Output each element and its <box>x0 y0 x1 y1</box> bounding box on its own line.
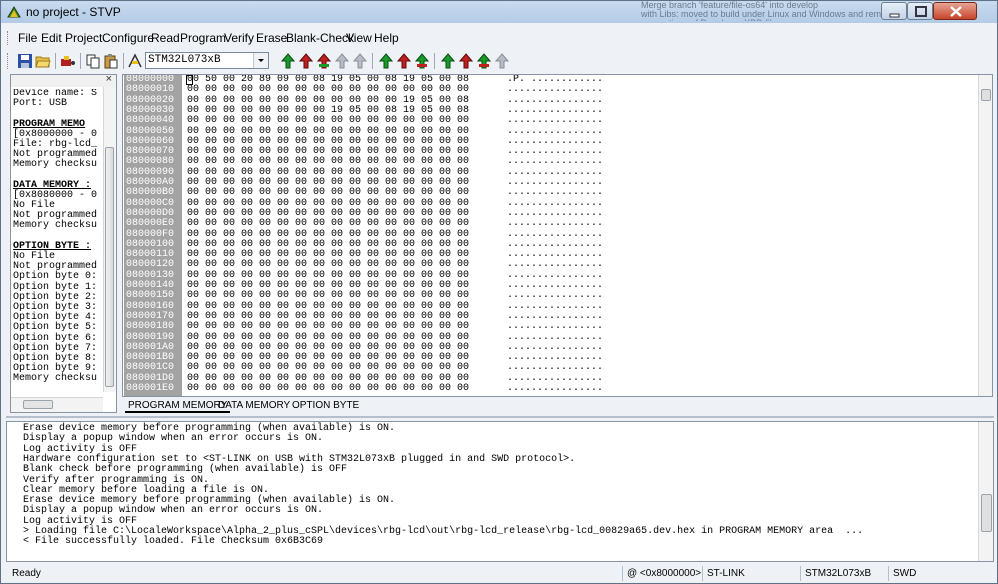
ladder-icon[interactable] <box>127 53 143 69</box>
toolbar-separator <box>123 53 124 69</box>
close-icon <box>950 6 962 17</box>
program-current-icon[interactable] <box>396 53 412 69</box>
read-all-icon[interactable] <box>280 53 296 69</box>
toolbar-separator <box>80 53 81 69</box>
device-select[interactable]: STM32L073xB <box>145 52 269 69</box>
save-icon[interactable] <box>17 53 33 69</box>
scrollbar-thumb[interactable] <box>23 400 53 409</box>
verify-current-icon[interactable] <box>458 53 474 69</box>
tab-data-memory[interactable]: DATA MEMORY <box>215 398 293 413</box>
stvp-window: no project - STVP Merge branch 'feature/… <box>0 0 998 584</box>
pane-splitter[interactable] <box>6 416 994 418</box>
hex-row[interactable]: 080000E0 00 00 00 00 00 00 00 00 00 00 00… <box>123 218 973 230</box>
minimize-button[interactable] <box>881 2 907 20</box>
program-icon[interactable] <box>414 53 430 69</box>
info-panel-vertical-scrollbar[interactable] <box>103 87 116 392</box>
log-panel[interactable]: Erase device memory before programming (… <box>6 421 994 562</box>
verify-icon[interactable] <box>476 53 492 69</box>
status-device: STM32L073xB <box>800 566 888 581</box>
verify-disabled-icon[interactable] <box>494 53 510 69</box>
hex-bytes[interactable]: 00 00 00 00 00 00 00 00 00 00 00 00 00 0… <box>187 115 469 126</box>
status-protocol: SWD <box>888 566 988 581</box>
info-panel-horizontal-scrollbar[interactable] <box>11 397 103 412</box>
close-button[interactable] <box>933 2 977 20</box>
toolbar-separator <box>372 53 373 69</box>
paste-icon[interactable] <box>103 53 119 69</box>
status-programmer: ST-LINK <box>702 566 800 581</box>
menu-help[interactable]: Help <box>374 31 399 45</box>
hex-bytes[interactable]: 00 00 00 00 00 00 00 00 00 00 00 00 00 0… <box>187 321 469 332</box>
menu-read[interactable]: Read <box>151 31 180 45</box>
minimize-icon <box>889 13 900 18</box>
scrollbar-thumb[interactable] <box>105 147 114 387</box>
log-line: < File successfully loaded. File Checksu… <box>23 536 324 548</box>
menu-bar: File Edit Project Configure Read Program… <box>2 29 997 47</box>
verify-all-icon[interactable] <box>440 53 456 69</box>
log-line: Blank check before programming (when ava… <box>23 464 348 476</box>
copy-icon[interactable] <box>85 53 101 69</box>
menu-project[interactable]: Project <box>65 31 102 45</box>
status-address: @ <0x8000000> <box>622 566 702 581</box>
hex-vertical-scrollbar[interactable] <box>978 75 992 396</box>
info-line: Memory checksu <box>13 159 98 171</box>
hex-bytes[interactable]: 00 00 00 00 00 00 00 00 00 00 00 00 00 0… <box>187 218 469 229</box>
hex-row[interactable]: 08000180 00 00 00 00 00 00 00 00 00 00 00… <box>123 321 973 333</box>
maximize-button[interactable] <box>907 2 933 20</box>
stvp-app-icon <box>7 6 21 18</box>
menu-erase[interactable]: Erase <box>256 31 287 45</box>
close-icon[interactable]: × <box>106 75 112 85</box>
hex-ascii: ................ <box>507 218 604 230</box>
info-line: Option byte 5: <box>13 322 98 334</box>
hex-ascii: ................ <box>507 383 604 394</box>
menu-grip[interactable] <box>7 31 11 45</box>
tab-option-byte[interactable]: OPTION BYTE <box>289 398 362 413</box>
read-current-icon[interactable] <box>298 53 314 69</box>
status-bar: Ready @ <0x8000000> ST-LINK STM32L073xB … <box>2 565 997 583</box>
hex-address: 080000E0 <box>126 218 175 230</box>
hex-address: 08000180 <box>126 321 175 333</box>
hex-row[interactable]: 08000040 00 00 00 00 00 00 00 00 00 00 00… <box>123 115 973 127</box>
connect-icon[interactable] <box>60 53 76 69</box>
toolbar-separator <box>434 53 435 69</box>
open-folder-icon[interactable] <box>35 53 51 69</box>
chevron-down-icon[interactable] <box>253 53 268 68</box>
window-title: no project - STVP <box>26 5 121 19</box>
hex-address: 080001E0 <box>126 383 175 394</box>
hex-ascii: ................ <box>507 115 604 127</box>
menu-blank-check[interactable]: Blank-Check <box>286 31 354 45</box>
toolbar-separator <box>55 53 56 69</box>
menu-edit[interactable]: Edit <box>41 31 62 45</box>
hex-memory-view[interactable]: 08000000 00 50 00 20 89 09 00 08 19 05 00… <box>122 74 993 397</box>
log-vertical-scrollbar[interactable] <box>978 422 993 561</box>
scrollbar-thumb[interactable] <box>981 89 991 101</box>
hex-row[interactable]: 080001E0 00 00 00 00 00 00 00 00 00 00 00… <box>123 383 973 394</box>
hex-ascii: ................ <box>507 321 604 333</box>
program-all-icon[interactable] <box>378 53 394 69</box>
hex-bytes[interactable]: 00 00 00 00 00 00 00 00 00 00 00 00 00 0… <box>187 383 469 394</box>
info-line: Memory checksu <box>13 220 98 232</box>
status-ready: Ready <box>12 568 41 579</box>
info-line: Memory checksu <box>13 373 98 385</box>
menu-verify[interactable]: Verify <box>224 31 254 45</box>
menu-view[interactable]: View <box>346 31 372 45</box>
info-line: Port: USB <box>13 98 68 110</box>
toolbar-grip[interactable] <box>7 53 11 69</box>
device-info-text: Device name: S Port: USB PROGRAM MEMO [0x80… <box>13 89 103 384</box>
menu-program[interactable]: Program <box>180 31 226 45</box>
maximize-icon <box>915 6 927 17</box>
hex-address: 08000040 <box>126 115 175 127</box>
read-icon[interactable] <box>316 53 332 69</box>
device-select-value: STM32L073xB <box>148 54 221 66</box>
memory-tabs: PROGRAM MEMORY DATA MEMORY OPTION BYTE <box>122 398 993 414</box>
scrollbar-thumb[interactable] <box>981 494 992 532</box>
edit-cursor <box>186 75 193 85</box>
read-disabled-icon[interactable] <box>352 53 368 69</box>
read-disabled-icon[interactable] <box>334 53 350 69</box>
title-bar[interactable]: no project - STVP Merge branch 'feature/… <box>1 1 997 23</box>
menu-configure[interactable]: Configure <box>102 31 154 45</box>
device-info-panel: × Device name: S Port: USB PROGRAM MEMO [0x… <box>10 74 117 413</box>
info-panel-header: × <box>11 75 116 87</box>
menu-file[interactable]: File <box>18 31 37 45</box>
